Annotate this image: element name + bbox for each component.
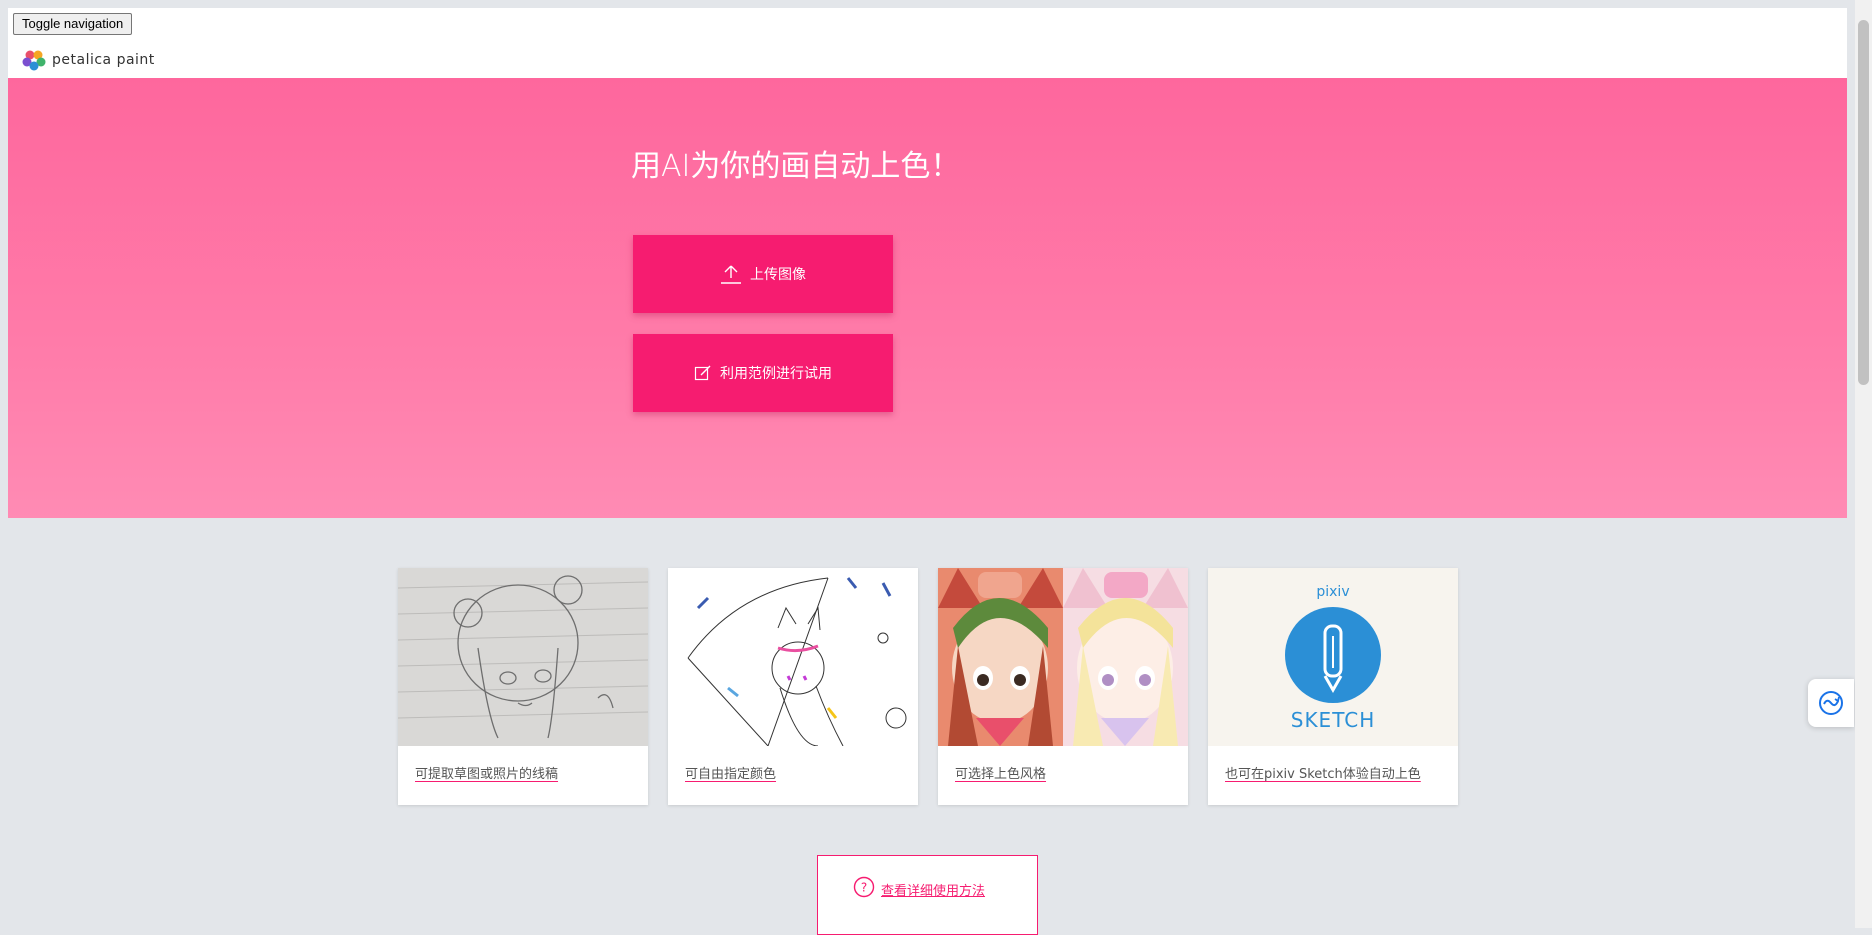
brand-logo[interactable]: petalica paint [22,48,155,72]
logo-petals-icon [22,50,46,71]
hero-section: 用AI为你的画自动上色！ 上传图像 利用范例进行试用 [8,78,1847,518]
feature-card-lineart[interactable]: 可提取草图或照片的线稿 [398,568,648,805]
edit-icon [694,365,711,381]
card-link-color[interactable]: 可自由指定颜色 [685,763,776,782]
try-sample-button[interactable]: 利用范例进行试用 [633,334,893,412]
upload-label: 上传图像 [750,267,806,283]
sample-label: 利用范例进行试用 [720,366,832,382]
card-link-lineart[interactable]: 可提取草图或照片的线稿 [415,763,558,782]
svg-text:?: ? [861,880,867,894]
navbar: Toggle navigation petalica paint [8,8,1847,78]
sketch-photo-image [398,568,648,746]
upload-icon [721,265,741,284]
refresh-widget-icon [1819,691,1843,715]
question-circle-icon: ? [853,876,875,897]
card-link-pixiv-sketch[interactable]: 也可在pixiv Sketch体验自动上色 [1225,763,1421,782]
page-scrollbar[interactable] [1855,0,1872,928]
toggle-navigation-button[interactable]: Toggle navigation [13,13,133,35]
usage-guide-link[interactable]: 查看详细使用方法 [881,880,985,899]
colored-styles-image [938,568,1188,746]
feature-card-style[interactable]: 可选择上色风格 [938,568,1188,805]
usage-guide-box: ? 查看详细使用方法 [817,855,1038,935]
upload-image-button[interactable]: 上传图像 [633,235,893,313]
hero-title: 用AI为你的画自动上色！ [631,149,961,184]
floating-assistant-widget[interactable] [1808,679,1854,727]
feature-card-pixiv-sketch[interactable]: pixiv SKETCH 也可在pixiv Sketch体验自动上色 [1208,568,1458,805]
brand-name: petalica paint [52,52,155,68]
pixiv-sketch-logo: pixiv SKETCH [1208,568,1458,746]
feature-card-color[interactable]: 可自由指定颜色 [668,568,918,805]
sketch-logo-text: SKETCH [1290,708,1376,732]
scrollbar-thumb[interactable] [1858,20,1869,385]
card-link-style[interactable]: 可选择上色风格 [955,763,1046,782]
lineart-hints-image [668,568,918,746]
